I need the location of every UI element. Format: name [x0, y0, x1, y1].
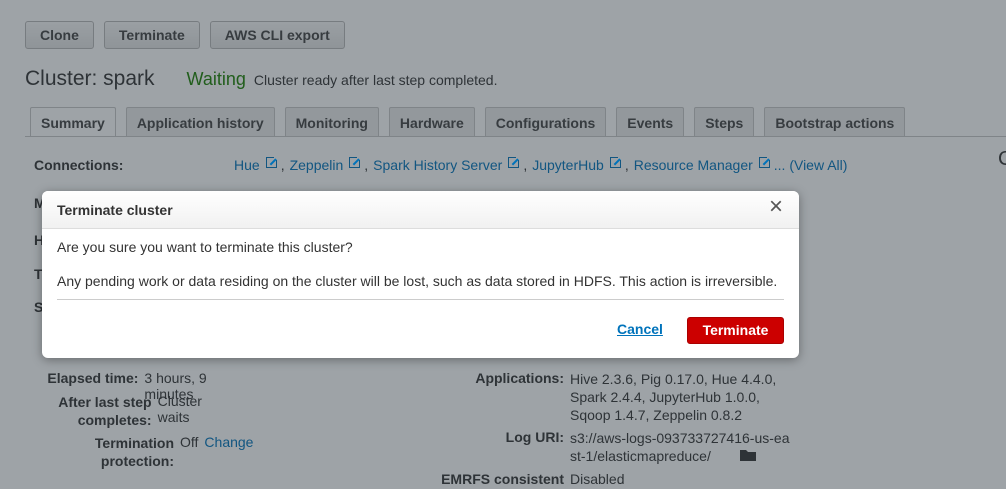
confirm-terminate-button[interactable]: Terminate: [687, 317, 784, 344]
dialog-question: Are you sure you want to terminate this …: [57, 239, 353, 255]
terminate-cluster-dialog: Terminate cluster × Are you sure you wan…: [42, 191, 799, 358]
dialog-header: Terminate cluster ×: [42, 191, 799, 229]
dialog-title: Terminate cluster: [57, 202, 173, 218]
dialog-divider: [57, 299, 784, 300]
dialog-warning: Any pending work or data residing on the…: [57, 273, 778, 289]
close-icon[interactable]: ×: [765, 195, 787, 219]
cancel-button[interactable]: Cancel: [617, 321, 663, 337]
